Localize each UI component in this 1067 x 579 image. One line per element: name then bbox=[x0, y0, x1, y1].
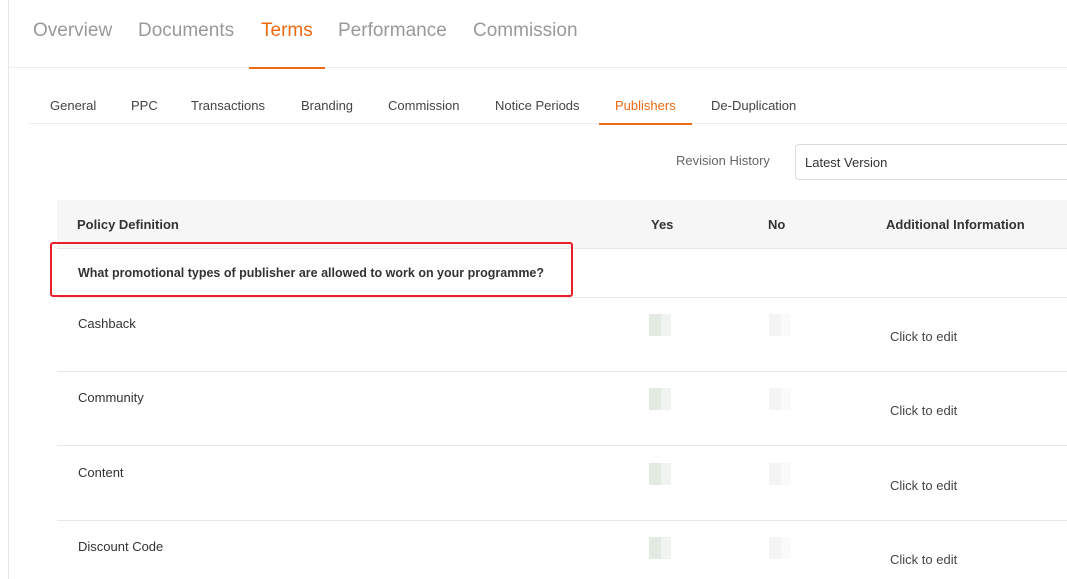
tab-documents[interactable]: Documents bbox=[138, 20, 234, 68]
header-no: No bbox=[768, 217, 786, 232]
subtab-publishers[interactable]: Publishers bbox=[599, 98, 692, 125]
question-row: What promotional types of publisher are … bbox=[57, 249, 1067, 298]
row-label: Community bbox=[78, 390, 144, 405]
header-additional-information: Additional Information bbox=[886, 217, 1025, 232]
additional-info-edit[interactable]: Click to edit bbox=[890, 478, 957, 493]
question-text: What promotional types of publisher are … bbox=[78, 266, 545, 280]
radio-dot bbox=[769, 314, 791, 336]
additional-info-edit[interactable]: Click to edit bbox=[890, 552, 957, 567]
row-label: Content bbox=[78, 465, 124, 480]
yes-radio[interactable] bbox=[649, 537, 671, 559]
yes-radio[interactable] bbox=[649, 314, 671, 336]
tab-terms[interactable]: Terms bbox=[249, 20, 325, 69]
additional-info-edit[interactable]: Click to edit bbox=[890, 329, 957, 344]
no-radio[interactable] bbox=[769, 388, 791, 410]
table-header: Policy Definition Yes No Additional Info… bbox=[57, 200, 1067, 249]
tab-overview[interactable]: Overview bbox=[33, 20, 112, 68]
table-row: Community Click to edit bbox=[57, 372, 1067, 446]
subtab-general[interactable]: General bbox=[50, 98, 96, 124]
radio-dot bbox=[649, 463, 671, 485]
additional-info-edit[interactable]: Click to edit bbox=[890, 403, 957, 418]
subtab-de-duplication[interactable]: De-Duplication bbox=[711, 98, 796, 124]
subtab-notice-periods[interactable]: Notice Periods bbox=[495, 98, 580, 124]
revision-history-select[interactable]: Latest Version bbox=[795, 144, 1067, 180]
radio-dot bbox=[649, 314, 671, 336]
row-label: Cashback bbox=[78, 316, 136, 331]
radio-dot bbox=[769, 388, 791, 410]
terms-card: Overview Documents Terms Performance Com… bbox=[8, 0, 1067, 579]
no-radio[interactable] bbox=[769, 537, 791, 559]
radio-dot bbox=[649, 537, 671, 559]
tab-performance[interactable]: Performance bbox=[338, 20, 447, 68]
terms-sub-tab-bar: General PPC Transactions Branding Commis… bbox=[29, 85, 1067, 125]
no-radio[interactable] bbox=[769, 314, 791, 336]
yes-radio[interactable] bbox=[649, 463, 671, 485]
radio-dot bbox=[769, 463, 791, 485]
subtab-transactions[interactable]: Transactions bbox=[191, 98, 265, 124]
row-label: Discount Code bbox=[78, 539, 164, 554]
no-radio[interactable] bbox=[769, 463, 791, 485]
radio-dot bbox=[769, 537, 791, 559]
main-tab-bar: Overview Documents Terms Performance Com… bbox=[9, 0, 1067, 69]
subtab-ppc[interactable]: PPC bbox=[131, 98, 158, 124]
subtab-branding[interactable]: Branding bbox=[301, 98, 353, 124]
table-row: Cashback Click to edit bbox=[57, 298, 1067, 372]
revision-history-label: Revision History bbox=[676, 153, 770, 168]
tab-commission[interactable]: Commission bbox=[473, 20, 578, 68]
header-policy-definition: Policy Definition bbox=[77, 217, 179, 232]
radio-dot bbox=[649, 388, 671, 410]
yes-radio[interactable] bbox=[649, 388, 671, 410]
header-yes: Yes bbox=[651, 217, 674, 232]
subtab-commission[interactable]: Commission bbox=[388, 98, 460, 124]
table-row: Discount Code Click to edit bbox=[57, 521, 1067, 579]
table-row: Content Click to edit bbox=[57, 447, 1067, 521]
